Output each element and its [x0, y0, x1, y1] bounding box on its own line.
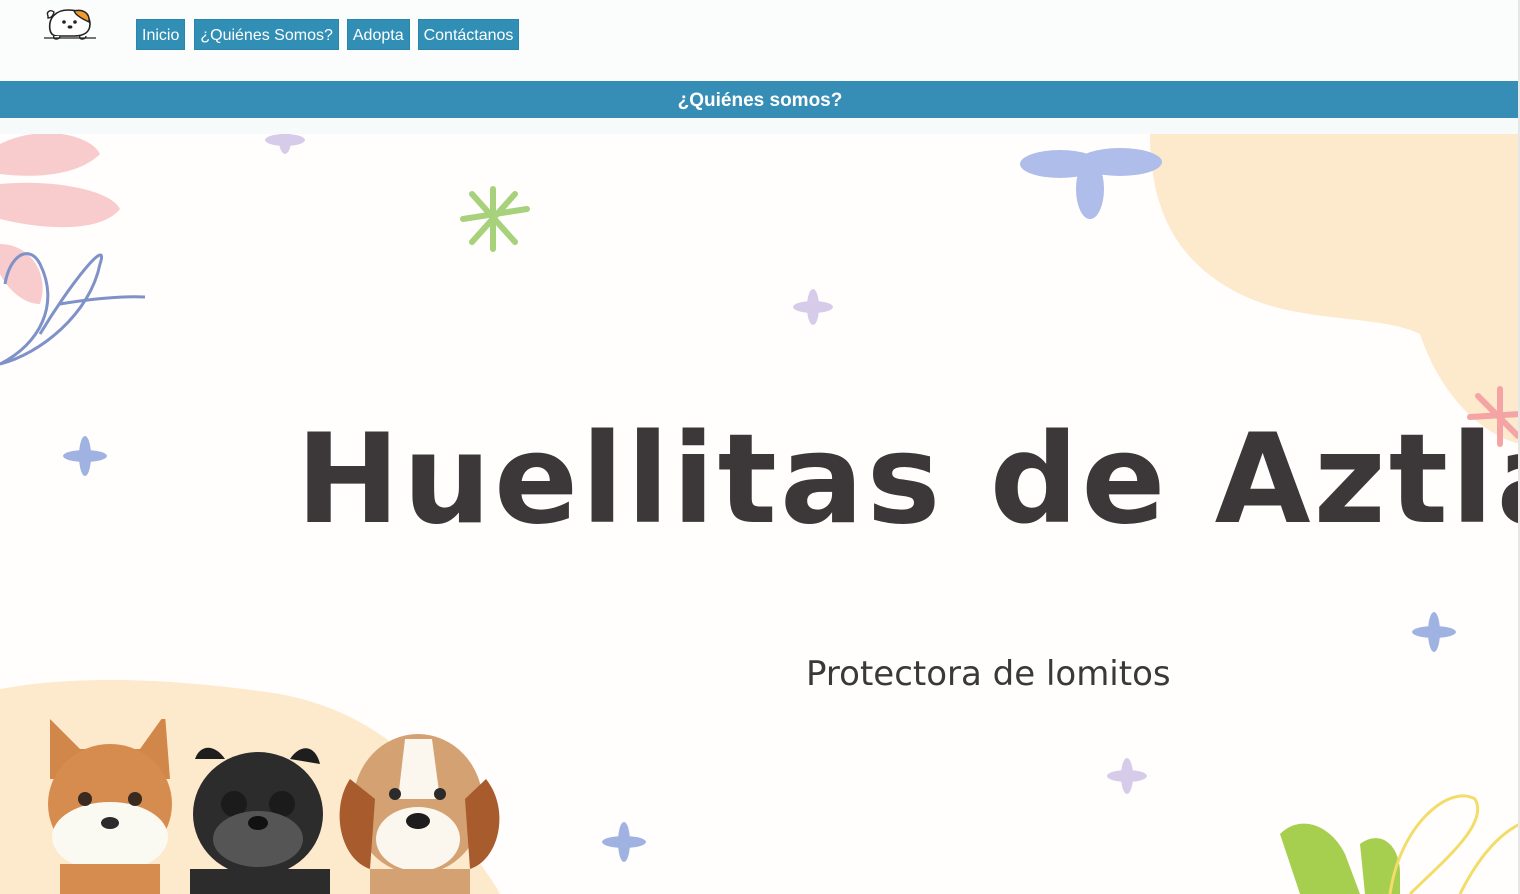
peach-blob-top-right [1150, 134, 1520, 444]
nav-adopta-button[interactable]: Adopta [346, 19, 410, 50]
section-title: ¿Quiénes somos? [0, 81, 1520, 118]
hero-banner: Huellitas de Aztlán Protectora de lomito… [0, 134, 1520, 894]
dogs-illustration [48, 719, 500, 894]
divider-strip [0, 118, 1520, 134]
pug-dog-icon [190, 747, 330, 894]
puppy-logo-icon[interactable] [44, 6, 96, 42]
nav-contactanos-button[interactable]: Contáctanos [417, 19, 520, 50]
yellow-loop-icon [1388, 794, 1520, 894]
nav-inicio-button[interactable]: Inicio [136, 19, 186, 50]
main-nav: Inicio ¿Quiénes Somos? Adopta Contáctano… [136, 19, 520, 50]
green-leaf-icon [1280, 823, 1400, 894]
site-header: Inicio ¿Quiénes Somos? Adopta Contáctano… [0, 0, 1520, 81]
shiba-dog-icon [48, 719, 172, 894]
hero-subtitle: Protectora de lomitos [806, 654, 1171, 694]
nav-quienes-somos-button[interactable]: ¿Quiénes Somos? [194, 19, 339, 50]
beagle-dog-icon [339, 734, 500, 894]
blue-flower-icon [1020, 148, 1162, 219]
green-star-icon [460, 186, 530, 252]
pink-flower-icon [0, 134, 120, 304]
hero-title: Huellitas de Aztlán [296, 408, 1520, 552]
